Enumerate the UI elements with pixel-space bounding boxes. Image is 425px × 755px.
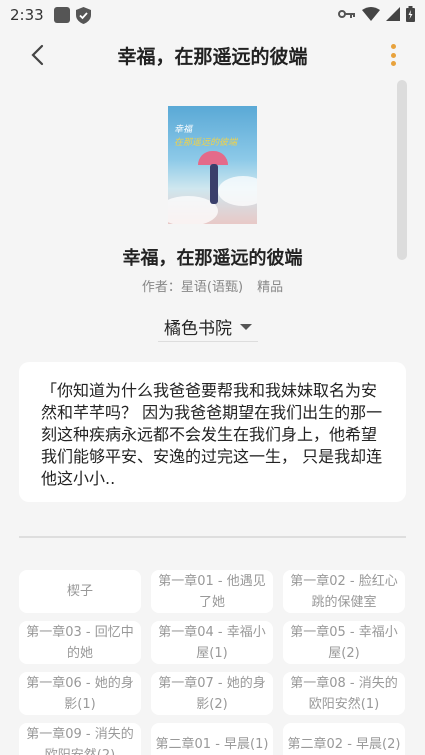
chapter-item[interactable]: 第一章04 - 幸福小屋(1): [151, 621, 273, 664]
chapter-item[interactable]: 楔子: [19, 570, 141, 613]
key-icon: [338, 10, 355, 18]
book-synopsis: 「你知道为什么我爸爸要帮我和我妹妹取名为安然和芊芊吗？ 因为我爸爸期望在我们出生…: [19, 362, 406, 502]
status-bar: 2:33: [0, 0, 425, 30]
chapter-item[interactable]: 第一章02 - 脸红心跳的保健室: [283, 570, 405, 613]
scrollbar[interactable]: [397, 80, 407, 260]
chapter-item[interactable]: 第一章01 - 他遇见了她: [151, 570, 273, 613]
chapter-item[interactable]: 第二章01 - 早晨(1): [151, 723, 273, 755]
wifi-icon: [362, 7, 380, 21]
book-author: 作者：星语(语甄): [141, 280, 244, 295]
status-time: 2:33: [10, 6, 44, 24]
chapter-item[interactable]: 第一章05 - 幸福小屋(2): [283, 621, 405, 664]
chapter-item[interactable]: 第一章03 - 回忆中的她: [19, 621, 141, 664]
book-meta: 作者：星语(语甄) 精品: [0, 276, 425, 295]
chapter-list: 楔子 第一章01 - 他遇见了她 第一章02 - 脸红心跳的保健室 第一章03 …: [19, 570, 406, 755]
book-title: 幸福，在那遥远的彼端: [122, 248, 303, 269]
source-selected-label: 橘色书院: [164, 319, 232, 339]
cover-umbrella: [198, 151, 228, 165]
divider: [19, 536, 406, 538]
chapter-item[interactable]: 第一章09 - 消失的欧阳安然(2): [19, 723, 141, 755]
shield-icon: [75, 6, 91, 24]
cover-title-text: 幸福 在那遥远的彼端: [174, 125, 238, 148]
signal-icon: [386, 7, 400, 21]
back-arrow-icon[interactable]: [26, 42, 52, 68]
status-icons: [338, 6, 415, 22]
battery-icon: [406, 6, 415, 22]
book-cover[interactable]: 幸福 在那遥远的彼端: [168, 106, 257, 224]
chapter-item[interactable]: 第一章07 - 她的身影(2): [151, 672, 273, 715]
page-title: 幸福，在那遥远的彼端: [117, 45, 308, 68]
chapter-item[interactable]: 第一章06 - 她的身影(1): [19, 672, 141, 715]
caret-down-icon: [240, 323, 252, 330]
cover-figure: [210, 164, 218, 204]
more-menu-icon[interactable]: [391, 42, 399, 68]
chapter-item[interactable]: 第二章02 - 早晨(2): [283, 723, 405, 755]
notification-icon: [53, 7, 70, 23]
book-tag: 精品: [257, 280, 284, 295]
source-dropdown[interactable]: 橘色书院: [158, 312, 258, 342]
chapter-item[interactable]: 第一章08 - 消失的欧阳安然(1): [283, 672, 405, 715]
app-bar: 幸福，在那遥远的彼端: [0, 30, 425, 80]
